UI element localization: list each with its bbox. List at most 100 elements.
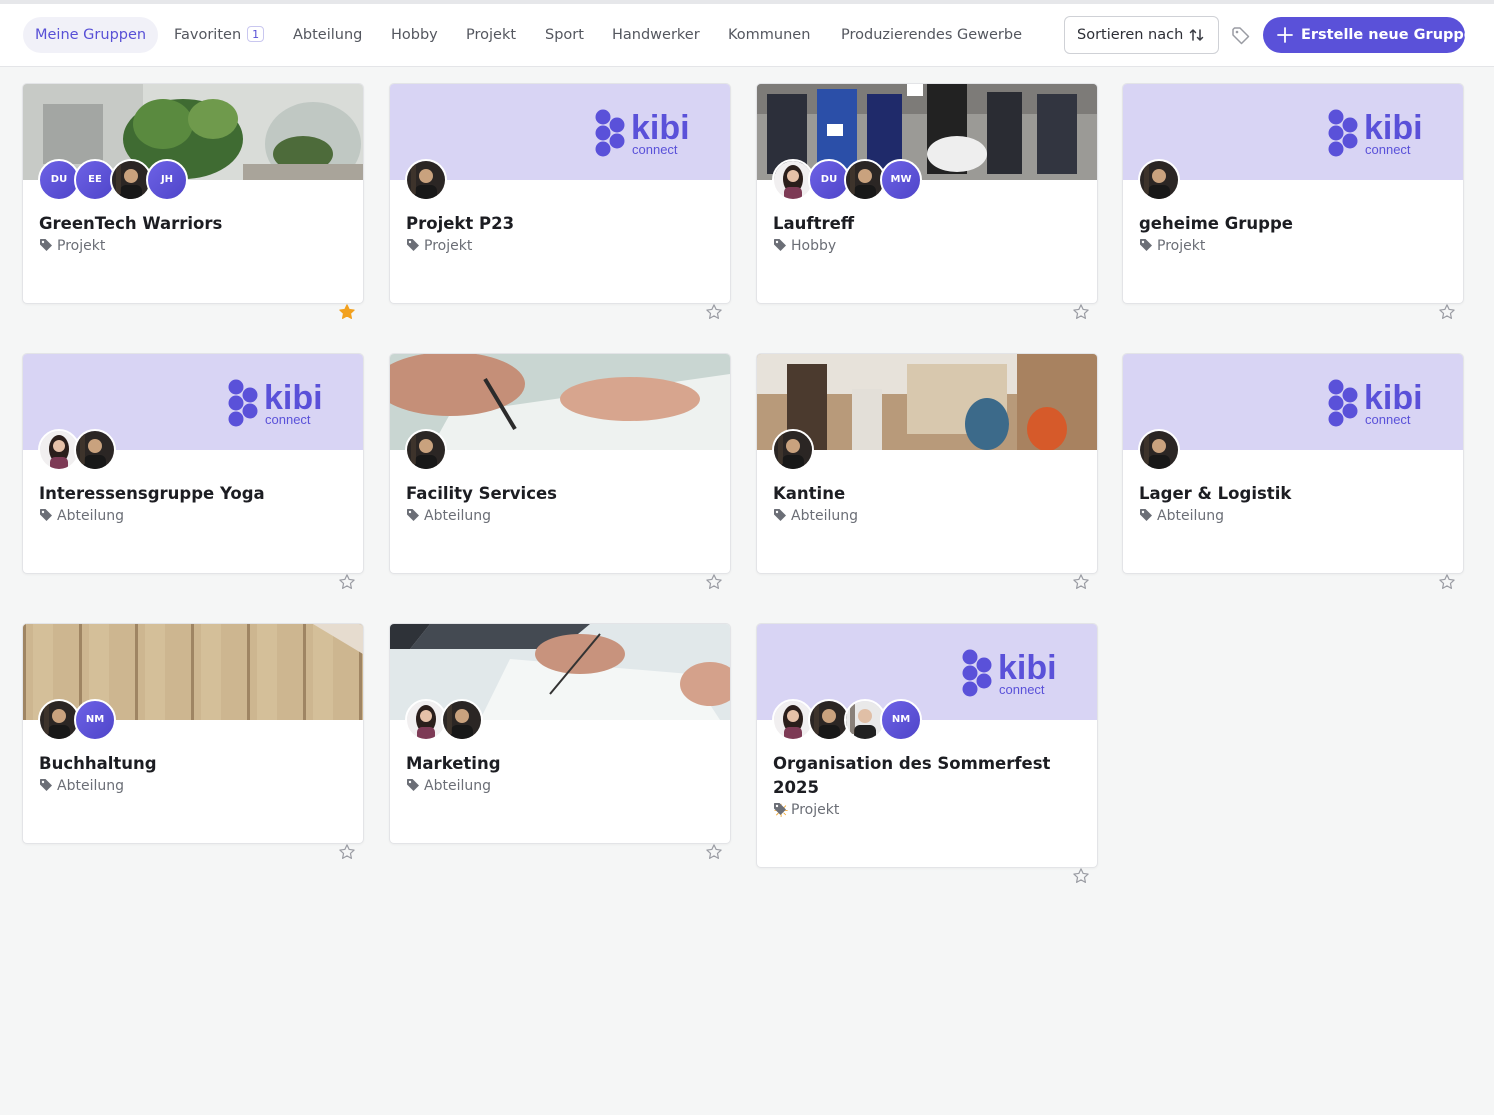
group-title-text: Buchhaltung <box>39 754 157 773</box>
svg-text:connect: connect <box>265 412 311 427</box>
favorite-star-icon[interactable] <box>1072 867 1090 885</box>
member-avatar-photo <box>405 159 447 201</box>
member-avatar-initials: JH <box>146 159 188 201</box>
sort-button[interactable]: Sortieren nach <box>1064 16 1219 54</box>
svg-text:connect: connect <box>999 682 1045 697</box>
group-title-text: Interessensgruppe Yoga <box>39 484 265 503</box>
group-title: geheime Gruppe <box>1139 212 1449 236</box>
member-avatar-photo <box>74 429 116 471</box>
group-category: Abteilung <box>773 506 858 526</box>
group-card[interactable]: DU MW Lauftreff Hobby <box>756 83 1098 304</box>
tab-label: Kommunen <box>728 27 811 43</box>
tab-produzierendes-gewerbe[interactable]: Produzierendes Gewerbe <box>829 17 1034 53</box>
group-card[interactable]: Facility Services Abteilung <box>389 353 731 574</box>
group-category: Hobby <box>773 236 836 256</box>
plus-icon <box>1277 27 1293 43</box>
member-avatar-initials: MW <box>880 159 922 201</box>
tab-kommunen[interactable]: Kommunen <box>716 17 822 53</box>
group-category: Abteilung <box>406 776 491 796</box>
tab-meine-gruppen[interactable]: Meine Gruppen <box>23 17 159 53</box>
group-category: Abteilung <box>39 506 124 526</box>
group-title-text: Organisation des Sommerfest 2025 <box>773 754 1051 797</box>
tag-icon <box>774 803 786 815</box>
group-card[interactable]: kibi connect Projekt P23 Projekt <box>389 83 731 304</box>
tag-icon <box>774 509 786 521</box>
create-group-button[interactable]: Erstelle neue Gruppe <box>1263 17 1474 53</box>
group-category-label: Projekt <box>1157 238 1206 254</box>
tag-filter-icon[interactable] <box>1230 25 1252 47</box>
group-category-label: Projekt <box>424 238 473 254</box>
group-card[interactable]: NM Buchhaltung Abteilung <box>22 623 364 844</box>
group-category-label: Abteilung <box>424 508 491 524</box>
tab-sport[interactable]: Sport <box>533 17 596 53</box>
group-card[interactable]: kibi connect Lager & Logistik Abteilung <box>1122 353 1464 574</box>
tab-label: Projekt <box>466 27 517 43</box>
group-category-label: Abteilung <box>791 508 858 524</box>
tab-hobby[interactable]: Hobby <box>379 17 450 53</box>
svg-text:connect: connect <box>1365 142 1411 157</box>
group-card[interactable]: kibi connect Interessensgruppe Yoga Abte… <box>22 353 364 574</box>
sort-arrows-icon <box>1189 29 1204 41</box>
group-title: Kantine <box>773 482 1083 506</box>
tab-projekt[interactable]: Projekt <box>454 17 528 53</box>
group-category: Projekt <box>773 800 839 820</box>
group-title: Facility Services <box>406 482 716 506</box>
svg-text:connect: connect <box>1365 412 1411 427</box>
tab-label: Abteilung <box>293 27 363 43</box>
favorite-star-icon[interactable] <box>705 573 723 591</box>
tag-icon <box>40 239 52 251</box>
tag-icon <box>774 239 786 251</box>
tab-label: Produzierendes Gewerbe <box>841 27 1023 43</box>
filter-toolbar: Meine Gruppen Favoriten 1 Abteilung Hobby Pro… <box>0 4 1494 67</box>
favorite-star-filled-icon[interactable] <box>338 303 356 321</box>
group-category-label: Abteilung <box>57 778 124 794</box>
tag-icon <box>407 509 419 521</box>
group-title-text: Lager & Logistik <box>1139 484 1292 503</box>
group-category-label: Abteilung <box>424 778 491 794</box>
tag-icon <box>40 779 52 791</box>
tag-icon <box>1140 509 1152 521</box>
group-title-text: Facility Services <box>406 484 557 503</box>
favorite-star-icon[interactable] <box>1438 573 1456 591</box>
tab-label: Favoriten <box>174 27 242 43</box>
tab-handwerker[interactable]: Handwerker <box>600 17 712 53</box>
svg-text:connect: connect <box>632 142 678 157</box>
tag-icon <box>407 239 419 251</box>
favorite-star-icon[interactable] <box>1438 303 1456 321</box>
group-category-label: Projekt <box>791 802 840 818</box>
favorite-star-icon[interactable] <box>705 303 723 321</box>
favorite-star-icon[interactable] <box>1072 573 1090 591</box>
favorites-count-badge: 1 <box>247 26 265 42</box>
group-category: Projekt <box>406 236 472 256</box>
group-card[interactable]: Kantine Abteilung <box>756 353 1098 574</box>
tag-icon <box>40 509 52 521</box>
group-category: Abteilung <box>1139 506 1224 526</box>
member-avatar-photo <box>1138 159 1180 201</box>
group-title-text: Marketing <box>406 754 501 773</box>
group-title: Lager & Logistik <box>1139 482 1449 506</box>
group-category-label: Hobby <box>791 238 837 254</box>
favorite-star-icon[interactable] <box>338 573 356 591</box>
group-category: Projekt <box>39 236 105 256</box>
favorite-star-icon[interactable] <box>1072 303 1090 321</box>
member-avatar-photo <box>1138 429 1180 471</box>
tab-abteilung[interactable]: Abteilung <box>281 17 374 53</box>
group-title: Interessensgruppe Yoga <box>39 482 349 506</box>
tab-label: Sport <box>545 27 584 43</box>
sort-label: Sortieren nach <box>1077 27 1184 43</box>
create-group-label: Erstelle neue Gruppe <box>1301 27 1474 43</box>
group-category-label: Projekt <box>57 238 106 254</box>
tab-favoriten[interactable]: Favoriten 1 <box>162 17 276 53</box>
member-avatar-initials: NM <box>880 699 922 741</box>
member-avatar-initials: NM <box>74 699 116 741</box>
group-card[interactable]: kibi connect geheime Gruppe Projekt <box>1122 83 1464 304</box>
group-card[interactable]: Marketing Abteilung <box>389 623 731 844</box>
group-card[interactable]: DU EE JH GreenTech Warriors Projekt <box>22 83 364 304</box>
tab-label: Hobby <box>391 27 438 43</box>
group-category: Abteilung <box>406 506 491 526</box>
favorite-star-icon[interactable] <box>705 843 723 861</box>
group-category: Projekt <box>1139 236 1205 256</box>
group-title-text: Projekt P23 <box>406 214 515 233</box>
group-card[interactable]: kibi connect NM Organisation des Sommerfe <box>756 623 1098 868</box>
favorite-star-icon[interactable] <box>338 843 356 861</box>
